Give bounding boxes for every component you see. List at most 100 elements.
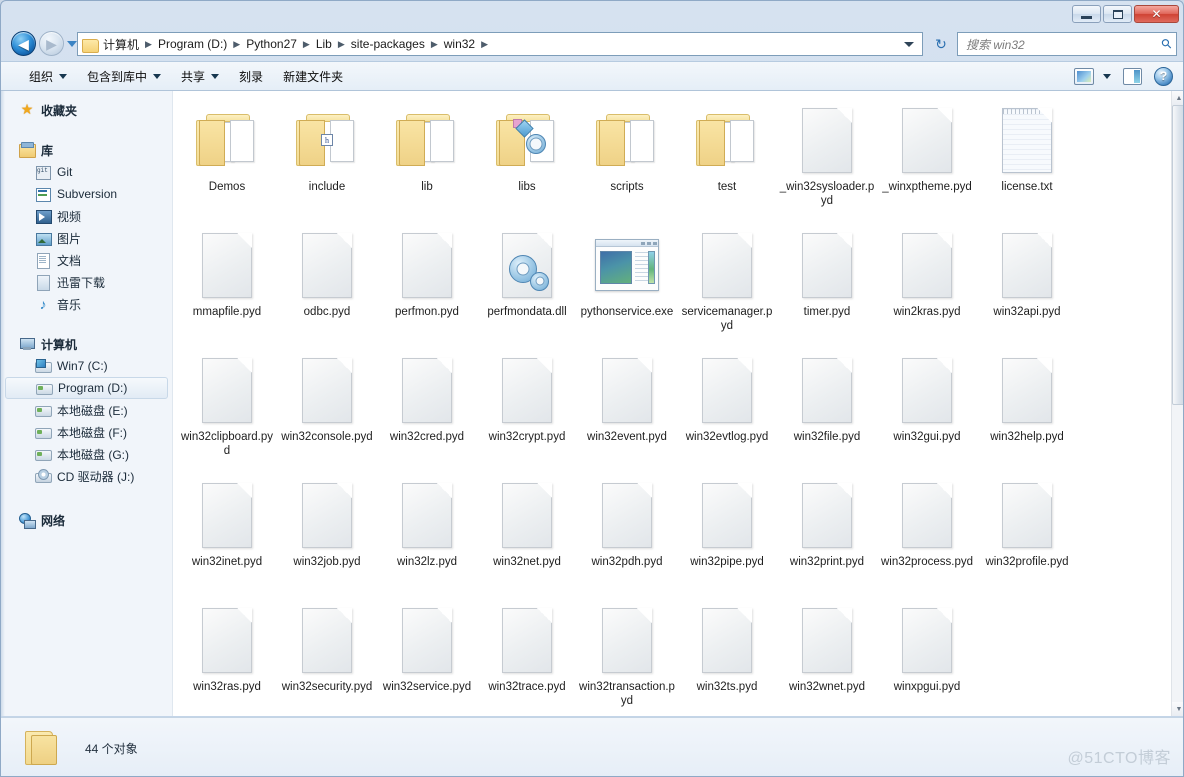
file-item[interactable]: win32event.pyd xyxy=(577,347,677,472)
sidebar-item-drive-e[interactable]: 本地磁盘 (E:) xyxy=(1,399,172,421)
file-item[interactable]: win32job.pyd xyxy=(277,472,377,597)
file-item[interactable]: win32gui.pyd xyxy=(877,347,977,472)
chevron-down-icon[interactable] xyxy=(1103,73,1111,79)
file-item[interactable]: win32inet.pyd xyxy=(177,472,277,597)
file-item[interactable]: _winxptheme.pyd xyxy=(877,97,977,222)
file-icon-box xyxy=(795,101,859,179)
sidebar-item-music[interactable]: ♪ 音乐 xyxy=(1,293,172,315)
scroll-down-arrow-icon[interactable]: ▼ xyxy=(1172,702,1183,716)
scroll-up-arrow-icon[interactable]: ▲ xyxy=(1172,91,1183,105)
folder-item[interactable]: h include xyxy=(277,97,377,222)
sidebar-item-pictures[interactable]: 图片 xyxy=(1,227,172,249)
back-button[interactable]: ◀ xyxy=(11,31,36,56)
file-item[interactable]: winxpgui.pyd xyxy=(877,597,977,716)
file-item[interactable]: win32pipe.pyd xyxy=(677,472,777,597)
file-item[interactable]: pythonservice.exe xyxy=(577,222,677,347)
file-item[interactable]: win32api.pyd xyxy=(977,222,1077,347)
breadcrumb-item[interactable]: Program (D:) xyxy=(155,35,230,53)
sidebar-item-thunder-download[interactable]: 迅雷下载 xyxy=(1,271,172,293)
share-button[interactable]: 共享 xyxy=(171,63,229,90)
breadcrumb-item[interactable]: Python27 xyxy=(243,35,300,53)
folder-item[interactable]: scripts xyxy=(577,97,677,222)
file-item[interactable]: timer.pyd xyxy=(777,222,877,347)
breadcrumb-separator-icon[interactable]: ▶ xyxy=(142,39,155,50)
sidebar-item-cd-drive[interactable]: CD 驱动器 (J:) xyxy=(1,465,172,487)
file-item[interactable]: win32print.pyd xyxy=(777,472,877,597)
file-item[interactable]: win32crypt.pyd xyxy=(477,347,577,472)
sidebar-item-drive-g[interactable]: 本地磁盘 (G:) xyxy=(1,443,172,465)
file-item[interactable]: license.txt xyxy=(977,97,1077,222)
sidebar-item-git[interactable]: Git xyxy=(1,161,172,183)
file-item[interactable]: win32security.pyd xyxy=(277,597,377,716)
folder-item[interactable]: lib xyxy=(377,97,477,222)
file-item[interactable]: win32trace.pyd xyxy=(477,597,577,716)
file-item[interactable]: perfmondata.dll xyxy=(477,222,577,347)
sidebar-item-videos[interactable]: 视频 xyxy=(1,205,172,227)
breadcrumb-separator-icon[interactable]: ▶ xyxy=(335,39,348,50)
file-item[interactable]: win32console.pyd xyxy=(277,347,377,472)
sidebar-item-drive-f[interactable]: 本地磁盘 (F:) xyxy=(1,421,172,443)
chevron-down-icon[interactable] xyxy=(904,41,914,47)
folder-item[interactable]: libs xyxy=(477,97,577,222)
file-item[interactable]: win32evtlog.pyd xyxy=(677,347,777,472)
folder-item[interactable]: test xyxy=(677,97,777,222)
file-item[interactable]: win32profile.pyd xyxy=(977,472,1077,597)
file-item[interactable]: servicemanager.pyd xyxy=(677,222,777,347)
file-item[interactable]: win32ts.pyd xyxy=(677,597,777,716)
forward-button[interactable]: ▶ xyxy=(39,31,64,56)
file-item[interactable]: win32transaction.pyd xyxy=(577,597,677,716)
file-item[interactable]: win32cred.pyd xyxy=(377,347,477,472)
file-item[interactable]: win32process.pyd xyxy=(877,472,977,597)
breadcrumb-item[interactable]: site-packages xyxy=(348,35,428,53)
file-item[interactable]: win32net.pyd xyxy=(477,472,577,597)
breadcrumb-separator-icon[interactable]: ▶ xyxy=(300,39,313,50)
sidebar-item-subversion[interactable]: Subversion xyxy=(1,183,172,205)
file-name-label: include xyxy=(308,181,346,193)
breadcrumb-item[interactable]: 计算机 xyxy=(100,34,142,55)
breadcrumb-separator-icon[interactable]: ▶ xyxy=(230,39,243,50)
maximize-button[interactable] xyxy=(1103,5,1132,23)
history-dropdown-icon[interactable] xyxy=(67,41,77,47)
include-in-library-button[interactable]: 包含到库中 xyxy=(77,63,171,90)
change-view-icon[interactable] xyxy=(1074,67,1094,85)
vertical-scrollbar[interactable]: ▲ ▼ xyxy=(1171,91,1183,716)
close-button[interactable]: ✕ xyxy=(1134,5,1179,23)
file-item[interactable]: mmapfile.pyd xyxy=(177,222,277,347)
sidebar-item-documents[interactable]: 文档 xyxy=(1,249,172,271)
new-folder-button[interactable]: 新建文件夹 xyxy=(273,63,353,90)
breadcrumb-item[interactable]: win32 xyxy=(441,35,478,53)
sidebar-item-libraries[interactable]: 库 xyxy=(1,139,172,161)
preview-pane-icon[interactable] xyxy=(1123,67,1142,85)
sidebar-item-drive-c[interactable]: Win7 (C:) xyxy=(1,355,172,377)
file-item[interactable]: win32clipboard.pyd xyxy=(177,347,277,472)
file-item[interactable]: win32help.pyd xyxy=(977,347,1077,472)
sidebar-item-favorites[interactable]: ★ 收藏夹 xyxy=(1,99,172,121)
file-item[interactable]: perfmon.pyd xyxy=(377,222,477,347)
file-item[interactable]: win32wnet.pyd xyxy=(777,597,877,716)
file-list-pane[interactable]: Demos h include lib libs scripts test _win32sys… xyxy=(173,91,1183,716)
address-box[interactable]: 计算机 ▶ Program (D:) ▶ Python27 ▶ Lib ▶ site-packa… xyxy=(77,32,923,56)
file-item[interactable]: win32ras.pyd xyxy=(177,597,277,716)
burn-button[interactable]: 刻录 xyxy=(229,63,273,90)
breadcrumb-item[interactable]: Lib xyxy=(313,35,335,53)
file-item[interactable]: win32service.pyd xyxy=(377,597,477,716)
help-icon[interactable]: ? xyxy=(1154,66,1173,86)
scrollbar-thumb[interactable] xyxy=(1172,105,1183,405)
search-box[interactable]: 搜索 win32 ⚲ xyxy=(957,32,1177,56)
file-item[interactable]: win32lz.pyd xyxy=(377,472,477,597)
organize-button[interactable]: 组织 xyxy=(19,63,77,90)
breadcrumb-separator-icon[interactable]: ▶ xyxy=(478,39,491,50)
folder-item[interactable]: Demos xyxy=(177,97,277,222)
sidebar-item-network[interactable]: 网络 xyxy=(1,509,172,531)
file-item[interactable]: _win32sysloader.pyd xyxy=(777,97,877,222)
file-item[interactable]: win32pdh.pyd xyxy=(577,472,677,597)
sidebar-item-drive-d[interactable]: Program (D:) xyxy=(5,377,168,399)
file-item[interactable]: win32file.pyd xyxy=(777,347,877,472)
file-item[interactable]: odbc.pyd xyxy=(277,222,377,347)
minimize-button[interactable] xyxy=(1072,5,1101,23)
breadcrumb-separator-icon[interactable]: ▶ xyxy=(428,39,441,50)
refresh-button[interactable]: ↻ xyxy=(929,32,953,56)
sidebar-item-computer[interactable]: 计算机 xyxy=(1,333,172,355)
search-input[interactable]: 搜索 win32 xyxy=(966,36,1162,53)
file-item[interactable]: win2kras.pyd xyxy=(877,222,977,347)
